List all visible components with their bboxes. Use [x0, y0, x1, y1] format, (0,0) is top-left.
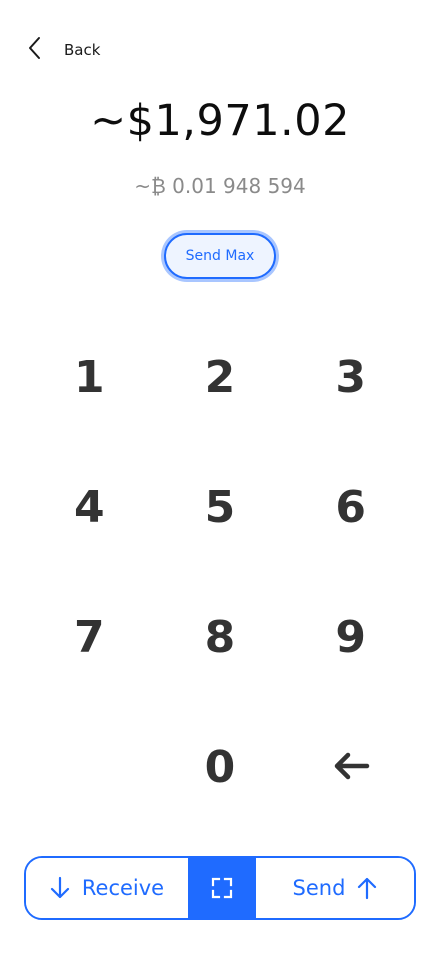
key-6[interactable]: 6 [285, 442, 416, 572]
key-7[interactable]: 7 [24, 572, 155, 702]
arrow-down-icon [50, 876, 70, 900]
send-button[interactable]: Send [256, 858, 414, 918]
key-3[interactable]: 3 [285, 312, 416, 442]
key-8[interactable]: 8 [155, 572, 286, 702]
back-button[interactable]: Back [24, 34, 100, 66]
send-amount-screen: Back ~$1,971.02 ~₿ 0.01 948 594 Send Max… [0, 0, 440, 956]
chevron-left-icon [24, 34, 46, 66]
scan-frame-icon [211, 877, 233, 899]
key-2[interactable]: 2 [155, 312, 286, 442]
receive-label: Receive [81, 876, 165, 900]
arrow-up-icon [357, 876, 377, 900]
back-label: Back [64, 41, 101, 59]
crypto-amount: ~₿ 0.01 948 594 [134, 174, 306, 198]
key-9[interactable]: 9 [285, 572, 416, 702]
arrow-left-icon [331, 742, 371, 793]
receive-button[interactable]: Receive [26, 858, 188, 918]
key-4[interactable]: 4 [24, 442, 155, 572]
key-empty [24, 702, 155, 832]
key-5[interactable]: 5 [155, 442, 286, 572]
number-keypad: 1 2 3 4 5 6 7 8 9 0 [24, 312, 416, 832]
send-label: Send [292, 876, 346, 900]
fiat-amount: ~$1,971.02 [90, 96, 350, 146]
action-bar: Receive Send [24, 856, 416, 920]
key-1[interactable]: 1 [24, 312, 155, 442]
send-max-button[interactable]: Send Max [164, 233, 276, 279]
backspace-key[interactable] [285, 702, 416, 832]
scan-button[interactable] [188, 858, 256, 918]
key-0[interactable]: 0 [155, 702, 286, 832]
